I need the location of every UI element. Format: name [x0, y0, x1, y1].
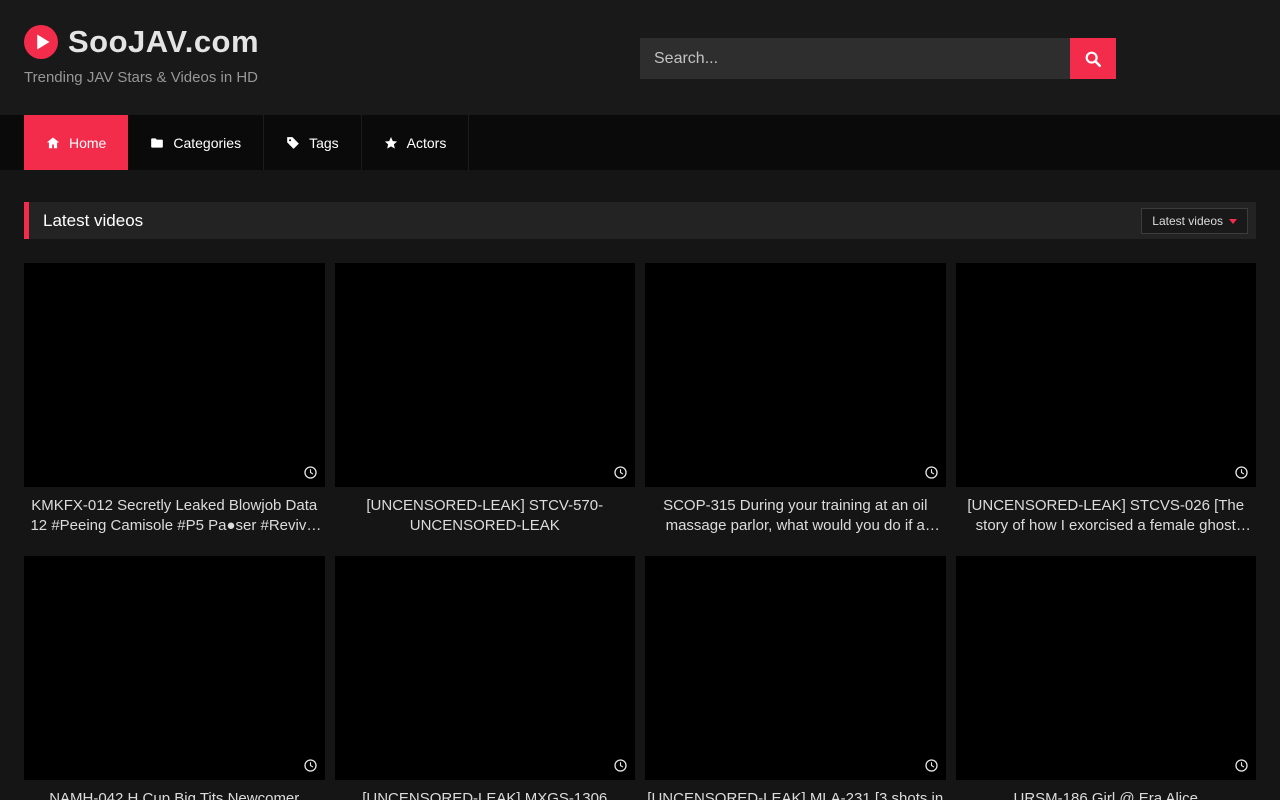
- clock-icon: [925, 466, 938, 479]
- video-thumbnail[interactable]: [24, 556, 325, 780]
- site-title: SooJAV.com: [68, 24, 259, 60]
- video-thumbnail[interactable]: [645, 263, 946, 487]
- nav-item-label: Tags: [309, 135, 339, 151]
- nav-item-label: Home: [69, 135, 106, 151]
- site-header: SooJAV.com Trending JAV Stars & Videos i…: [0, 0, 1280, 115]
- search-bar: [640, 38, 1116, 79]
- section-title: Latest videos: [43, 211, 143, 231]
- video-title[interactable]: [UNCENSORED-LEAK] STCVS-026 [The story o…: [956, 496, 1257, 536]
- nav-item-actors[interactable]: Actors: [362, 115, 470, 170]
- video-card[interactable]: [UNCENSORED-LEAK] MLA-231 [3 shots in: [645, 556, 946, 800]
- clock-icon: [614, 466, 627, 479]
- video-title[interactable]: [UNCENSORED-LEAK] MLA-231 [3 shots in: [645, 789, 946, 800]
- tag-icon: [286, 136, 300, 150]
- sort-dropdown-label: Latest videos: [1152, 214, 1223, 228]
- video-title[interactable]: NAMH-042 H Cup Big Tits Newcomer (170cm …: [24, 789, 325, 800]
- search-button[interactable]: [1070, 38, 1116, 79]
- nav-item-label: Categories: [173, 135, 241, 151]
- video-card[interactable]: NAMH-042 H Cup Big Tits Newcomer (170cm …: [24, 556, 325, 800]
- video-card[interactable]: [UNCENSORED-LEAK] STCV-570-UNCENSORED-LE…: [335, 263, 636, 536]
- video-title[interactable]: [UNCENSORED-LEAK] STCV-570-UNCENSORED-LE…: [335, 496, 636, 536]
- video-thumbnail[interactable]: [24, 263, 325, 487]
- video-thumbnail[interactable]: [645, 556, 946, 780]
- folder-icon: [150, 136, 164, 150]
- video-thumbnail[interactable]: [956, 263, 1257, 487]
- nav-item-home[interactable]: Home: [24, 115, 128, 170]
- video-thumbnail[interactable]: [335, 556, 636, 780]
- clock-icon: [614, 759, 627, 772]
- clock-icon: [1235, 759, 1248, 772]
- clock-icon: [304, 759, 317, 772]
- star-icon: [384, 136, 398, 150]
- site-logo[interactable]: SooJAV.com: [24, 24, 259, 60]
- video-card[interactable]: [UNCENSORED-LEAK] STCVS-026 [The story o…: [956, 263, 1257, 536]
- clock-icon: [1235, 466, 1248, 479]
- video-title[interactable]: [UNCENSORED-LEAK] MXGS-1306 Absolutely: [335, 789, 636, 800]
- nav-item-tags[interactable]: Tags: [264, 115, 362, 170]
- nav-item-categories[interactable]: Categories: [128, 115, 264, 170]
- video-card[interactable]: KMKFX-012 Secretly Leaked Blowjob Data 1…: [24, 263, 325, 536]
- video-title[interactable]: SCOP-315 During your training at an oil …: [645, 496, 946, 536]
- clock-icon: [925, 759, 938, 772]
- video-thumbnail[interactable]: [335, 263, 636, 487]
- video-title[interactable]: URSM-186 Girl @ Era Alice: [956, 789, 1257, 800]
- nav-item-label: Actors: [407, 135, 447, 151]
- home-icon: [46, 136, 60, 150]
- play-icon: [24, 25, 58, 59]
- section-header: Latest videos Latest videos: [24, 202, 1256, 239]
- video-title[interactable]: KMKFX-012 Secretly Leaked Blowjob Data 1…: [24, 496, 325, 536]
- video-card[interactable]: URSM-186 Girl @ Era Alice: [956, 556, 1257, 800]
- search-icon: [1084, 50, 1102, 68]
- video-card[interactable]: SCOP-315 During your training at an oil …: [645, 263, 946, 536]
- search-input[interactable]: [640, 38, 1070, 79]
- video-card[interactable]: [UNCENSORED-LEAK] MXGS-1306 Absolutely: [335, 556, 636, 800]
- caret-down-icon: [1229, 219, 1237, 224]
- clock-icon: [304, 466, 317, 479]
- main-nav: Home Categories Tags Actors: [0, 115, 1280, 170]
- video-grid: KMKFX-012 Secretly Leaked Blowjob Data 1…: [24, 263, 1256, 800]
- video-thumbnail[interactable]: [956, 556, 1257, 780]
- sort-dropdown[interactable]: Latest videos: [1141, 208, 1248, 234]
